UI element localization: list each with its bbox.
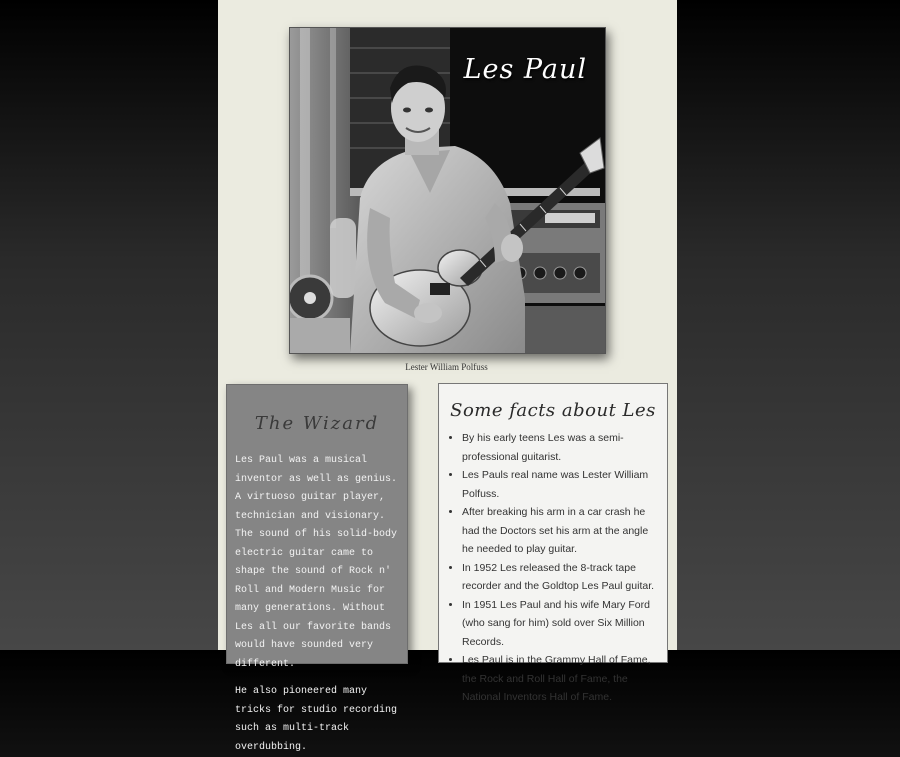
wizard-paragraph-2: He also pioneered many tricks for studio… — [235, 686, 398, 753]
content-column: Les Paul Lester William Polfuss The Wiza… — [218, 0, 677, 753]
facts-heading: Some facts about Les — [450, 400, 656, 421]
fact-item: In 1951 Les Paul and his wife Mary Ford … — [462, 596, 657, 652]
wizard-panel: The Wizard Les Paul was a musical invent… — [226, 384, 408, 753]
fact-item: After breaking his arm in a car crash he… — [462, 503, 657, 559]
les-paul-photo: Les Paul — [289, 27, 606, 354]
wizard-heading: The Wizard — [254, 413, 380, 434]
facts-list: By his early teens Les was a semi-profes… — [439, 429, 667, 707]
fact-item: By his early teens Les was a semi-profes… — [462, 429, 657, 466]
photo-caption: Lester William Polfuss — [405, 362, 488, 372]
facts-panel: Some facts about Les By his early teens … — [438, 383, 668, 703]
photo-title: Les Paul — [463, 54, 587, 85]
fact-item: Les Paul is in the Grammy Hall of Fame, … — [462, 651, 657, 707]
fact-item: In 1952 Les released the 8-track tape re… — [462, 559, 657, 596]
wizard-paragraph-1: Les Paul was a musical inventor as well … — [235, 455, 398, 670]
fact-item: Les Pauls real name was Lester William P… — [462, 466, 657, 503]
